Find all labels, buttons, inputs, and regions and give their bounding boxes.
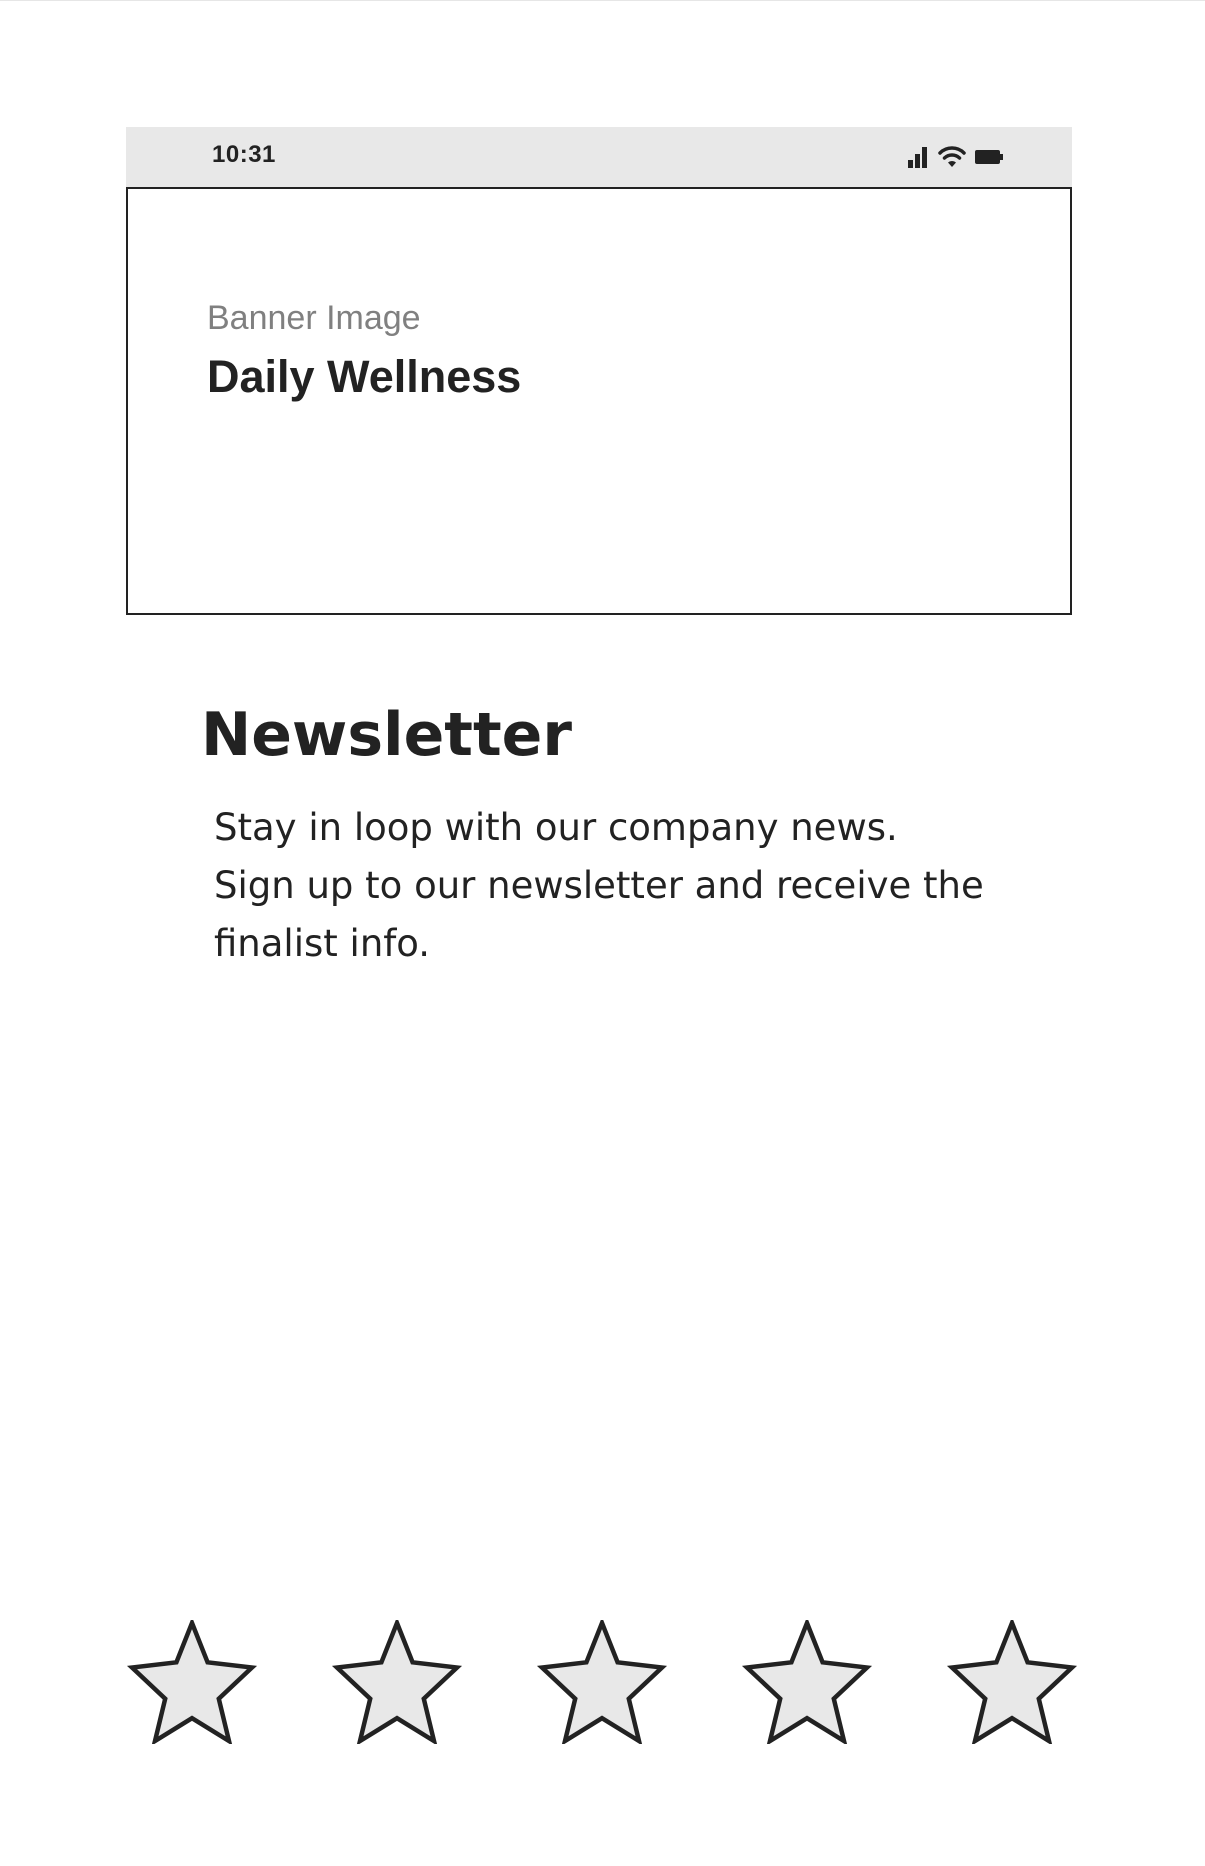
banner-label: Banner Image xyxy=(207,299,421,337)
star-icon[interactable] xyxy=(126,1620,258,1744)
banner-title: Daily Wellness xyxy=(207,351,522,402)
newsletter-title: Newsletter xyxy=(201,700,572,770)
newsletter-description: Stay in loop with our company news. Sign… xyxy=(214,799,1034,973)
battery-icon xyxy=(974,145,1004,169)
status-time: 10:31 xyxy=(212,141,276,168)
star-rating[interactable] xyxy=(126,1620,1078,1744)
star-icon[interactable] xyxy=(741,1620,873,1744)
signal-icon xyxy=(906,145,930,169)
status-bar: 10:31 xyxy=(126,127,1072,188)
newsletter-line: Sign up to our newsletter and receive th… xyxy=(214,864,984,907)
status-icons xyxy=(906,145,1004,169)
newsletter-line: Stay in loop with our company news. xyxy=(214,806,898,849)
star-icon[interactable] xyxy=(331,1620,463,1744)
newsletter-line: finalist info. xyxy=(214,922,431,965)
top-divider xyxy=(0,0,1205,1)
banner-image-placeholder: Banner Image Daily Wellness xyxy=(126,187,1072,615)
wifi-icon xyxy=(938,145,966,169)
star-icon[interactable] xyxy=(536,1620,668,1744)
star-icon[interactable] xyxy=(946,1620,1078,1744)
